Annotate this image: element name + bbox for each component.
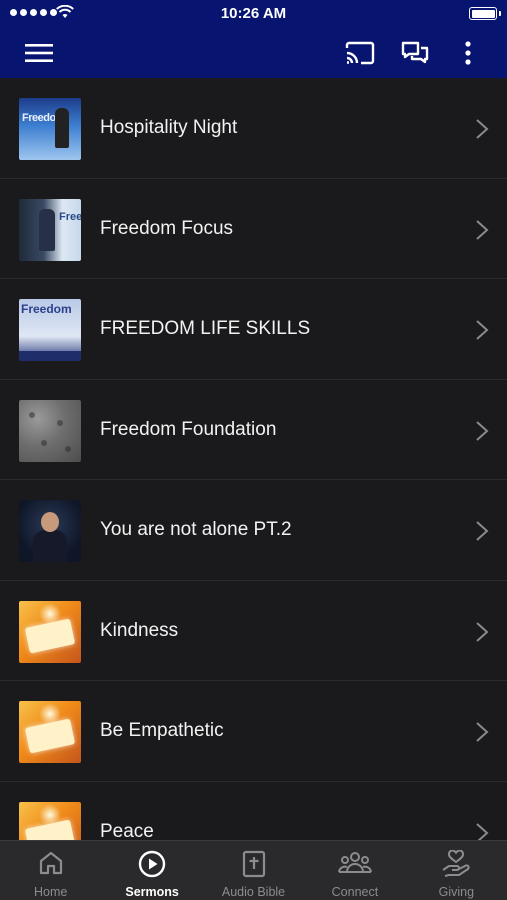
cast-button[interactable] bbox=[338, 28, 382, 78]
sermon-title: Hospitality Night bbox=[100, 117, 238, 138]
sermon-list[interactable]: Freedom Hospitality Night Freed Freedom … bbox=[0, 78, 507, 840]
sermon-title: Be Empathetic bbox=[100, 720, 224, 741]
battery-icon bbox=[469, 7, 501, 20]
tab-label: Giving bbox=[438, 885, 475, 899]
sermon-thumbnail bbox=[19, 600, 81, 663]
sermon-row[interactable]: Peace bbox=[0, 781, 507, 841]
status-time: 10:26 AM bbox=[220, 5, 287, 22]
sermon-title: Peace bbox=[100, 820, 154, 841]
chevron-right-icon bbox=[476, 119, 489, 139]
tab-giving[interactable]: Giving bbox=[406, 841, 507, 900]
sermon-thumbnail bbox=[19, 701, 81, 763]
chevron-right-icon bbox=[476, 722, 489, 742]
chat-button[interactable] bbox=[393, 28, 437, 78]
menu-icon bbox=[25, 44, 53, 62]
tab-sermons[interactable]: Sermons bbox=[101, 841, 202, 900]
chat-icon bbox=[401, 41, 429, 64]
sermon-thumbnail bbox=[19, 801, 81, 840]
chevron-right-icon bbox=[476, 420, 489, 441]
tab-label: Audio Bible bbox=[221, 885, 286, 899]
chevron-right-icon bbox=[476, 521, 489, 541]
play-circle-icon bbox=[138, 850, 166, 878]
tab-label: Sermons bbox=[125, 885, 179, 899]
giving-hand-icon bbox=[442, 850, 470, 877]
sermon-title: Freedom Focus bbox=[100, 217, 234, 239]
sermon-thumbnail: Freedom bbox=[19, 98, 81, 160]
tab-connect[interactable]: Connect bbox=[304, 841, 405, 900]
sermon-thumbnail: Freedom bbox=[19, 299, 81, 361]
chevron-right-icon bbox=[476, 621, 489, 642]
sermon-thumbnail: Freed bbox=[19, 198, 81, 261]
sermon-title: FREEDOM LIFE SKILLS bbox=[100, 318, 311, 339]
tab-label: Connect bbox=[331, 885, 379, 899]
app-bar bbox=[0, 28, 507, 78]
sermon-row[interactable]: Freedom Foundation bbox=[0, 379, 507, 480]
home-icon bbox=[39, 851, 62, 875]
more-options-button[interactable] bbox=[446, 28, 490, 78]
chevron-right-icon bbox=[476, 822, 489, 840]
more-vertical-icon bbox=[465, 41, 471, 65]
bottom-tab-bar: Home Sermons Audio Bible Connect Giving bbox=[0, 840, 507, 900]
tab-label: Home bbox=[34, 885, 68, 899]
menu-button[interactable] bbox=[17, 28, 61, 78]
sermon-thumbnail bbox=[19, 500, 81, 562]
sermon-title: Freedom Foundation bbox=[100, 418, 277, 440]
sermon-row[interactable]: Be Empathetic bbox=[0, 681, 507, 782]
status-bar: 10:26 AM bbox=[0, 0, 507, 28]
chevron-right-icon bbox=[476, 219, 489, 240]
sermon-title: You are not alone PT.2 bbox=[100, 519, 292, 540]
sermon-thumbnail bbox=[19, 399, 81, 462]
sermon-title: Kindness bbox=[100, 619, 179, 641]
sermon-row[interactable]: You are not alone PT.2 bbox=[0, 480, 507, 581]
tab-home[interactable]: Home bbox=[0, 841, 101, 900]
sermon-row[interactable]: Freedom FREEDOM LIFE SKILLS bbox=[0, 279, 507, 380]
sermon-row[interactable]: Freedom Hospitality Night bbox=[0, 78, 507, 179]
sermon-row[interactable]: Freed Freedom Focus bbox=[0, 178, 507, 279]
bible-icon bbox=[242, 850, 265, 878]
chevron-right-icon bbox=[476, 320, 489, 340]
sermon-row[interactable]: Kindness bbox=[0, 580, 507, 681]
people-icon bbox=[337, 852, 372, 873]
cast-icon bbox=[345, 41, 375, 65]
tab-audio-bible[interactable]: Audio Bible bbox=[203, 841, 304, 900]
